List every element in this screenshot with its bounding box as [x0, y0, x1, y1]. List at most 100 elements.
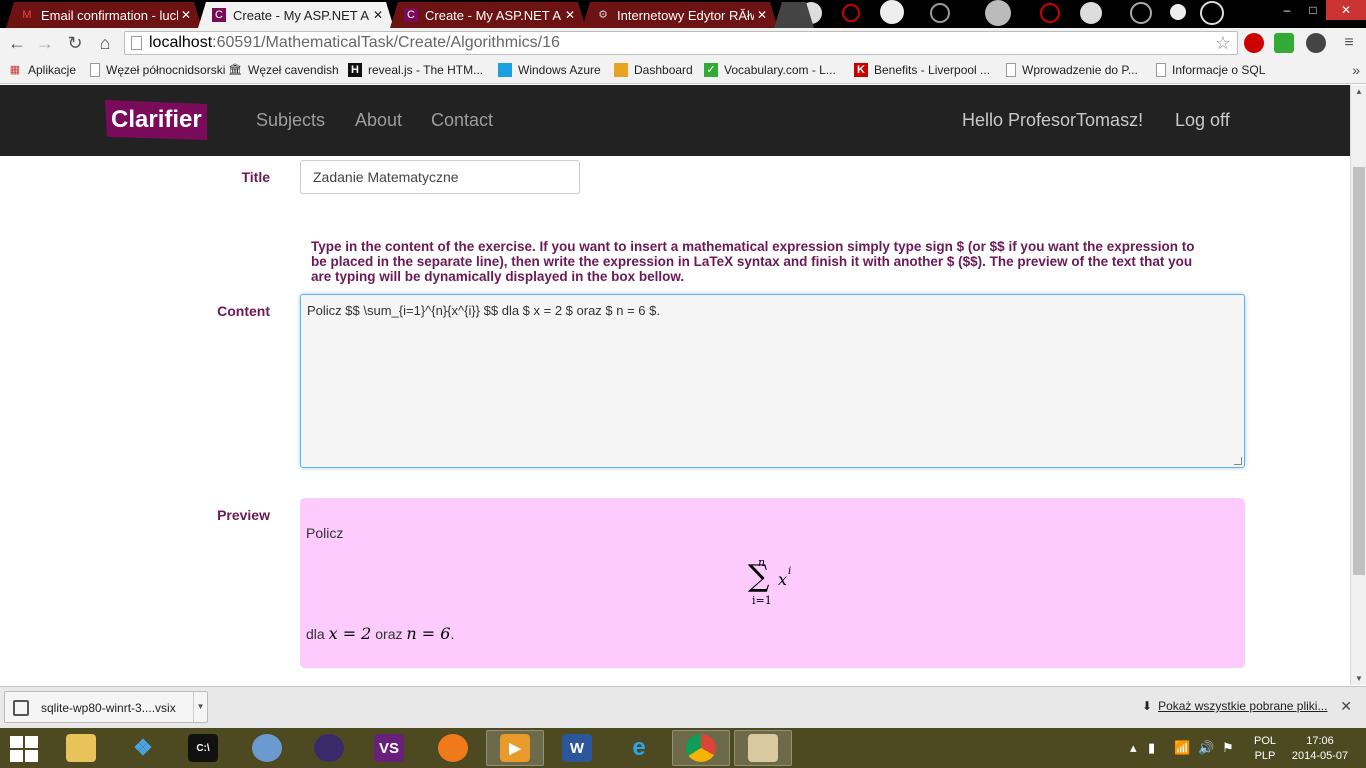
- maximize-icon[interactable]: □: [1300, 0, 1326, 20]
- formula-base: x: [778, 570, 788, 589]
- windows-start-icon[interactable]: [8, 734, 40, 762]
- preview-box: Policz n ∑ i=1 x i dla x = 2 oraz n = 6.: [300, 498, 1245, 668]
- downloads-shelf: sqlite-wp80-winrt-3....vsix ▼ ⬇ Pokaż wsz…: [0, 686, 1366, 728]
- bookmarks-overflow-button[interactable]: »: [1352, 62, 1360, 78]
- download-arrow-icon: ⬇: [1142, 699, 1153, 713]
- nav-contact[interactable]: Contact: [431, 110, 493, 131]
- chevron-down-icon[interactable]: ▼: [193, 692, 207, 722]
- adblock-icon[interactable]: [1244, 33, 1264, 53]
- bookmark-item[interactable]: Windows Azure: [498, 63, 601, 77]
- visual-studio-icon[interactable]: VS: [360, 730, 418, 766]
- menu-icon[interactable]: ≡: [1338, 32, 1360, 54]
- bookmark-item[interactable]: K Benefits - Liverpool ...: [854, 63, 990, 77]
- bookmark-star-icon[interactable]: ☆: [1215, 32, 1231, 54]
- formula-lower-limit: i=1: [752, 594, 772, 607]
- avast-icon[interactable]: [424, 730, 482, 766]
- inline-math-x: x = 2: [328, 624, 372, 643]
- tab-email-confirmation[interactable]: M Email confirmation - luck ✕: [6, 2, 202, 28]
- clock[interactable]: 17:06 2014-05-07: [1288, 734, 1352, 764]
- finder-icon[interactable]: [238, 730, 296, 766]
- reload-icon[interactable]: ↻: [64, 32, 86, 54]
- paint-icon[interactable]: [734, 730, 792, 766]
- sum-symbol: ∑: [748, 559, 770, 594]
- dashboard-icon: [614, 63, 628, 77]
- minimize-icon[interactable]: –: [1274, 0, 1300, 20]
- tray-expand-icon[interactable]: ▴: [1130, 740, 1137, 756]
- browser-toolbar: ← → ↻ ⌂ localhost:60591/MathematicalTask…: [0, 28, 1366, 58]
- extension-icon[interactable]: [1274, 33, 1294, 53]
- bookmark-item[interactable]: Węzeł północnidsorski: [90, 63, 225, 77]
- language-indicator[interactable]: POL PLP: [1250, 734, 1280, 764]
- internet-explorer-icon[interactable]: e: [610, 730, 668, 766]
- close-icon[interactable]: ✕: [1340, 698, 1352, 715]
- preview-line-2: dla x = 2 oraz n = 6.: [306, 624, 455, 643]
- gmail-icon: M: [22, 9, 32, 21]
- user-greeting-link[interactable]: Hello ProfesorTomasz!: [962, 110, 1143, 131]
- page-icon: [131, 36, 142, 50]
- close-window-icon[interactable]: ✕: [1326, 0, 1366, 20]
- bookmark-item[interactable]: 🏛 Węzeł cavendish: [228, 63, 339, 77]
- browser-tab-strip: M Email confirmation - luck ✕ C Create -…: [0, 0, 1366, 28]
- app-icon: C: [212, 8, 226, 22]
- clarifier-logo[interactable]: Clarifier: [105, 100, 207, 140]
- explorer-icon[interactable]: [52, 730, 110, 766]
- windows-taskbar: ❖ C:\ VS ▶ W e ▴ ▮ 📶 🔊 ⚑ POL PLP 17:06 2…: [0, 728, 1366, 768]
- windows-icon: [498, 63, 512, 77]
- eclipse-icon[interactable]: [300, 730, 358, 766]
- content-instructions: Type in the content of the exercise. If …: [311, 239, 1195, 284]
- app-navbar: Clarifier Subjects About Contact Hello P…: [0, 85, 1350, 156]
- preview-label: Preview: [217, 507, 270, 523]
- sound-icon[interactable]: 🔊: [1198, 740, 1214, 756]
- inline-math-n: n = 6: [406, 624, 451, 643]
- close-icon[interactable]: ✕: [178, 8, 194, 22]
- scroll-down-icon[interactable]: ▼: [1351, 674, 1366, 683]
- bookmark-item[interactable]: ✓ Vocabulary.com - L...: [704, 63, 836, 77]
- content-label: Content: [217, 303, 270, 319]
- page-scrollbar[interactable]: ▲ ▼: [1350, 85, 1366, 685]
- network-icon[interactable]: 📶: [1174, 740, 1190, 756]
- page-icon: [1156, 63, 1166, 77]
- resize-grip-icon[interactable]: [1234, 457, 1242, 465]
- bookmark-item[interactable]: Wprowadzenie do P...: [1006, 63, 1138, 77]
- tab-equation-editor[interactable]: ⚙ Internetowy Edytor RĂłwn ✕: [582, 2, 778, 28]
- gear-icon: ⚙: [598, 9, 608, 21]
- download-item[interactable]: sqlite-wp80-winrt-3....vsix ▼: [4, 691, 208, 723]
- home-icon[interactable]: ⌂: [94, 32, 116, 54]
- close-icon[interactable]: ✕: [754, 8, 770, 22]
- bookmark-item[interactable]: Hreveal.js - The HTM...: [348, 63, 483, 77]
- scroll-up-icon[interactable]: ▲: [1351, 87, 1366, 96]
- content-textarea[interactable]: Policz $$ \sum_{i=1}^{n}{x^{i}} $$ dla $…: [300, 294, 1245, 468]
- bookmark-item[interactable]: Informacje o SQL: [1156, 63, 1265, 77]
- media-player-icon[interactable]: ▶: [486, 730, 544, 766]
- building-icon: 🏛: [228, 64, 242, 76]
- tab-create-active[interactable]: C Create - My ASP.NET App ✕: [198, 2, 394, 28]
- preview-line-1: Policz: [306, 525, 344, 541]
- show-all-downloads-link[interactable]: ⬇ Pokaż wszystkie pobrane pliki...: [1142, 699, 1327, 713]
- title-input[interactable]: Zadanie Matematyczne: [300, 160, 580, 194]
- address-bar[interactable]: localhost:60591/MathematicalTask/Create/…: [124, 31, 1238, 55]
- back-arrow-icon[interactable]: ←: [6, 32, 28, 54]
- word-icon[interactable]: W: [548, 730, 606, 766]
- bookmarks-bar: ▦ Aplikacje Węzeł północnidsorski 🏛 Węzeł …: [0, 58, 1366, 84]
- bookmark-item[interactable]: Dashboard: [614, 63, 693, 77]
- close-icon[interactable]: ✕: [370, 8, 386, 22]
- nav-about[interactable]: About: [355, 110, 402, 131]
- content-text: Policz $$ \sum_{i=1}^{n}{x^{i}} $$ dla $…: [307, 303, 660, 318]
- cmd-icon[interactable]: C:\: [174, 730, 232, 766]
- extension-icon[interactable]: [1306, 33, 1326, 53]
- action-center-icon[interactable]: ⚑: [1222, 740, 1234, 756]
- nav-subjects[interactable]: Subjects: [256, 110, 325, 131]
- dropbox-icon[interactable]: ❖: [114, 730, 172, 766]
- forward-arrow-icon[interactable]: →: [34, 32, 56, 54]
- tab-create-2[interactable]: C Create - My ASP.NET App ✕: [390, 2, 586, 28]
- file-icon: [13, 700, 29, 716]
- page-icon: [1006, 63, 1016, 77]
- battery-icon[interactable]: ▮: [1148, 740, 1155, 756]
- k-logo-icon: K: [854, 63, 868, 77]
- scrollbar-thumb[interactable]: [1353, 167, 1365, 575]
- app-icon: C: [404, 8, 418, 22]
- bookmark-item[interactable]: ▦ Aplikacje: [8, 63, 76, 77]
- chrome-icon[interactable]: [672, 730, 730, 766]
- log-off-link[interactable]: Log off: [1175, 110, 1230, 131]
- close-icon[interactable]: ✕: [562, 8, 578, 22]
